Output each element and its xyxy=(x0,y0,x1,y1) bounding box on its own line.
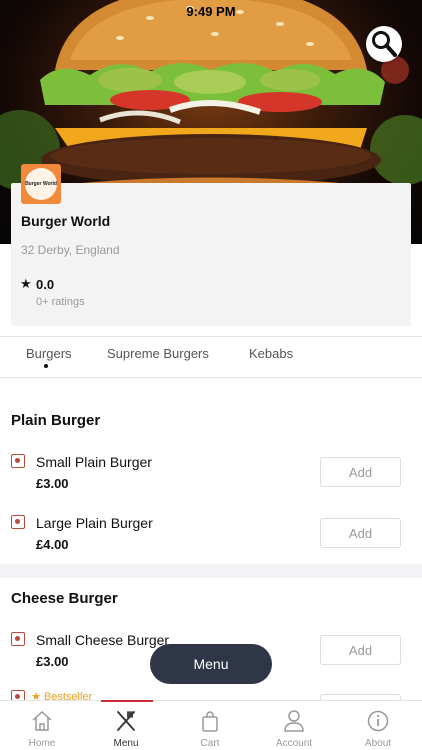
logo-text: Burger World xyxy=(25,168,57,200)
item-name: Large Plain Burger xyxy=(36,515,153,531)
nav-cart[interactable]: Cart xyxy=(168,701,252,750)
item-price: £3.00 xyxy=(36,476,69,491)
nav-about[interactable]: About xyxy=(336,701,420,750)
bottom-nav: Home Menu Cart Account About xyxy=(0,700,422,750)
nav-label: Account xyxy=(275,738,313,749)
info-icon xyxy=(367,710,389,732)
bag-icon xyxy=(202,711,218,732)
item-name: Small Plain Burger xyxy=(36,454,152,470)
fork-knife-icon xyxy=(117,711,135,731)
rating-count: 0+ ratings xyxy=(36,296,85,308)
nav-label: Menu xyxy=(113,738,139,749)
section-title: Cheese Burger xyxy=(11,590,118,607)
nav-label: Cart xyxy=(200,738,220,749)
status-time: 9:49 PM xyxy=(186,4,236,19)
nav-menu[interactable]: Menu xyxy=(84,701,168,750)
add-button[interactable]: Add xyxy=(320,635,401,665)
section-title: Plain Burger xyxy=(11,412,101,429)
home-icon xyxy=(32,710,52,731)
tab-kebabs[interactable]: Kebabs xyxy=(249,346,293,361)
section-divider xyxy=(0,564,422,578)
restaurant-logo: Burger World xyxy=(21,164,61,204)
item-veg-indicator xyxy=(11,454,25,468)
item-veg-indicator xyxy=(11,515,25,529)
tab-supreme-burgers[interactable]: Supreme Burgers xyxy=(107,346,209,361)
restaurant-name: Burger World xyxy=(21,213,111,229)
search-icon xyxy=(372,31,397,57)
tab-burgers[interactable]: Burgers xyxy=(26,346,72,361)
item-price: £3.00 xyxy=(36,654,69,669)
add-button[interactable]: Add xyxy=(320,518,401,548)
item-veg-indicator xyxy=(11,632,25,646)
menu-button[interactable]: Menu xyxy=(150,644,272,684)
nav-home[interactable]: Home xyxy=(0,701,84,750)
nav-account[interactable]: Account xyxy=(252,701,336,750)
item-price: £4.00 xyxy=(36,537,69,552)
search-button[interactable] xyxy=(366,26,402,62)
item-name: Small Cheese Burger xyxy=(36,632,170,648)
rating-value: 0.0 xyxy=(36,277,55,292)
nav-label: Home xyxy=(28,738,56,749)
person-icon xyxy=(284,710,304,732)
restaurant-address: 32 Derby, England xyxy=(21,243,120,257)
add-button[interactable]: Add xyxy=(320,457,401,487)
active-nav-indicator xyxy=(101,700,153,702)
active-tab-indicator xyxy=(44,364,48,368)
category-tabs: Burgers Supreme Burgers Kebabs xyxy=(0,336,422,378)
nav-label: About xyxy=(364,738,392,749)
star-icon: ★ xyxy=(20,276,32,291)
status-bar: 9:49 PM xyxy=(0,0,422,22)
